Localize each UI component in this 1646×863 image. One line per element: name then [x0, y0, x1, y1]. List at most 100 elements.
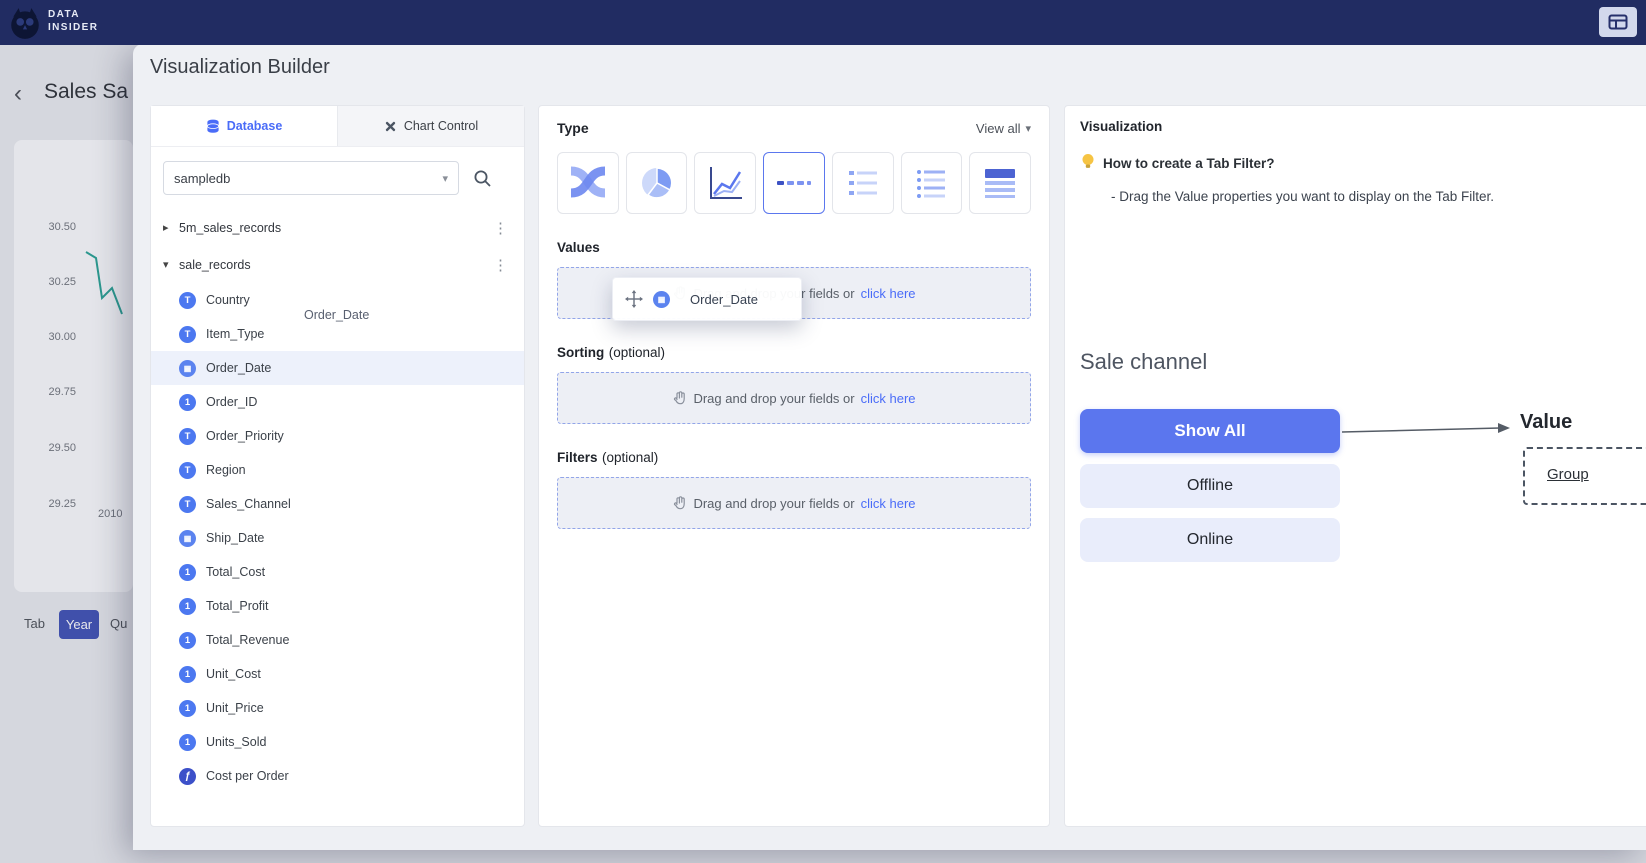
tab-database[interactable]: Database: [151, 106, 337, 146]
sorting-dropzone[interactable]: Drag and drop your fields or click here: [557, 372, 1031, 424]
kebab-menu-icon[interactable]: ⋮: [489, 256, 512, 274]
field-label: Cost per Order: [206, 769, 289, 783]
chart-type-pie[interactable]: [626, 152, 688, 214]
chart-type-line[interactable]: [694, 152, 756, 214]
filter-button-offline[interactable]: Offline: [1080, 464, 1340, 508]
bullet-list-icon: [911, 163, 951, 203]
chart-type-bullet-list[interactable]: [901, 152, 963, 214]
search-icon[interactable]: [473, 169, 492, 188]
field-row-unit-price[interactable]: 1 Unit_Price: [151, 691, 524, 725]
values-section-title: Values: [557, 240, 600, 255]
database-panel: Database Chart Control sampledb ▾: [150, 105, 525, 827]
field-row-total-profit[interactable]: 1 Total_Profit: [151, 589, 524, 623]
line-chart-icon: [705, 163, 745, 203]
field-label: Country: [206, 293, 250, 307]
date-field-icon: ▦: [179, 360, 196, 377]
drag-ghost[interactable]: ▦ Order_Date: [612, 277, 802, 321]
field-row-item-type[interactable]: T Item_Type: [151, 317, 524, 351]
preview-chart-title: Sale channel: [1080, 349, 1207, 375]
screen: { "icons": { "kebab": "⋮", "caret_collap…: [0, 0, 1646, 863]
values-dropzone[interactable]: Drag and drop your fields or click here …: [557, 267, 1031, 319]
chevron-down-icon: ▾: [442, 172, 448, 185]
visualization-panel: Visualization How to create a Tab Filter…: [1064, 105, 1646, 827]
caret-right-icon[interactable]: ▸: [163, 221, 179, 234]
field-label: Item_Type: [206, 327, 264, 341]
kebab-menu-icon[interactable]: ⋮: [489, 219, 512, 237]
field-row-order-id[interactable]: 1 Order_ID: [151, 385, 524, 419]
database-tree: ▸ 5m_sales_records ⋮ ▾ sale_records ⋮ T …: [151, 209, 524, 793]
field-row-order-date[interactable]: ▦ Order_Date: [151, 351, 524, 385]
number-field-icon: 1: [179, 666, 196, 683]
chart-type-table[interactable]: [969, 152, 1031, 214]
drag-hand-icon: [672, 390, 687, 406]
tree-item-5m-sales-records[interactable]: ▸ 5m_sales_records ⋮: [151, 209, 524, 246]
view-all-label: View all: [976, 121, 1021, 136]
chart-type-row: [557, 152, 1031, 214]
number-field-icon: 1: [179, 394, 196, 411]
tab-chart-control[interactable]: Chart Control: [337, 106, 524, 146]
field-row-ship-date[interactable]: ▦ Ship_Date: [151, 521, 524, 555]
field-label: Units_Sold: [206, 735, 266, 749]
database-select-value: sampledb: [174, 171, 230, 186]
click-here-link[interactable]: click here: [861, 496, 916, 511]
tip-title: How to create a Tab Filter?: [1103, 156, 1275, 171]
number-field-icon: 1: [179, 734, 196, 751]
click-here-link[interactable]: click here: [861, 286, 916, 301]
number-field-icon: 1: [179, 598, 196, 615]
number-field-icon: 1: [179, 700, 196, 717]
annotation-group-link[interactable]: Group: [1547, 466, 1589, 483]
number-field-icon: 1: [179, 632, 196, 649]
filters-section-title: Filters: [557, 450, 598, 465]
tip-body: - Drag the Value properties you want to …: [1111, 189, 1494, 204]
field-row-total-revenue[interactable]: 1 Total_Revenue: [151, 623, 524, 657]
dropzone-hint: Drag and drop your fields or: [693, 496, 854, 511]
field-label: Region: [206, 463, 246, 477]
table-icon: [980, 163, 1020, 203]
field-row-units-sold[interactable]: 1 Units_Sold: [151, 725, 524, 759]
tab-label: Chart Control: [404, 119, 478, 133]
field-row-region[interactable]: T Region: [151, 453, 524, 487]
field-label: Unit_Price: [206, 701, 264, 715]
drag-source-label: Order_Date: [304, 308, 369, 322]
table-grid-icon: [1608, 14, 1628, 31]
layout-grid-button[interactable]: [1599, 7, 1637, 37]
lightbulb-icon: [1080, 153, 1096, 170]
field-row-unit-cost[interactable]: 1 Unit_Cost: [151, 657, 524, 691]
tree-item-sale-records[interactable]: ▾ sale_records ⋮: [151, 246, 524, 283]
caret-down-icon[interactable]: ▾: [163, 258, 179, 271]
sankey-chart-icon: [568, 163, 608, 203]
field-row-sales-channel[interactable]: T Sales_Channel: [151, 487, 524, 521]
field-row-total-cost[interactable]: 1 Total_Cost: [151, 555, 524, 589]
date-field-icon: ▦: [179, 530, 196, 547]
filters-dropzone[interactable]: Drag and drop your fields or click here: [557, 477, 1031, 529]
app-topbar: DATA INSIDER: [0, 0, 1646, 45]
text-field-icon: T: [179, 496, 196, 513]
database-select[interactable]: sampledb ▾: [163, 161, 459, 195]
field-label: Total_Cost: [206, 565, 265, 579]
field-label: Order_Date: [206, 361, 271, 375]
field-label: Unit_Cost: [206, 667, 261, 681]
field-label: Order_ID: [206, 395, 257, 409]
field-row-order-priority[interactable]: T Order_Priority: [151, 419, 524, 453]
builder-panel: Type View all ▾: [538, 105, 1050, 827]
field-label: Sales_Channel: [206, 497, 291, 511]
tab-filter-icon: [774, 163, 814, 203]
wrench-icon: [384, 120, 397, 133]
field-label: Order_Priority: [206, 429, 284, 443]
filter-button-online[interactable]: Online: [1080, 518, 1340, 562]
type-section-title: Type: [557, 120, 589, 136]
list-icon: [843, 163, 883, 203]
filter-button-show-all[interactable]: Show All: [1080, 409, 1340, 453]
chart-type-list[interactable]: [832, 152, 894, 214]
view-all-button[interactable]: View all ▾: [976, 121, 1031, 136]
tree-label: 5m_sales_records: [179, 221, 281, 235]
chart-type-tab-filter[interactable]: [763, 152, 825, 214]
owl-logo-icon: [7, 5, 43, 41]
formula-field-icon: ƒ: [179, 768, 196, 785]
visualization-builder-modal: Visualization Builder Database: [133, 44, 1646, 850]
click-here-link[interactable]: click here: [861, 391, 916, 406]
field-label: Total_Revenue: [206, 633, 289, 647]
visualization-title: Visualization: [1080, 119, 1162, 134]
field-row-cost-per-order[interactable]: ƒ Cost per Order: [151, 759, 524, 793]
chart-type-sankey[interactable]: [557, 152, 619, 214]
